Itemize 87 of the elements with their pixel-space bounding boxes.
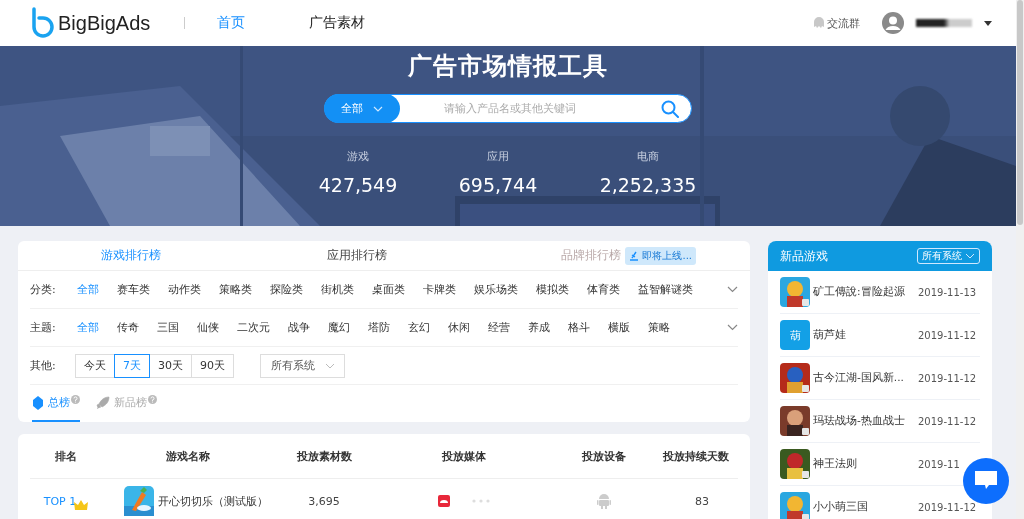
rank-label: TOP 1 (43, 494, 77, 508)
column-header: 投放设备 (581, 448, 627, 464)
release-date: 2019-11-12 (918, 372, 978, 384)
release-date: 2019-11-12 (918, 329, 978, 341)
column-header: 排名 (54, 448, 78, 464)
ranking-tab[interactable]: 应用排行榜 (327, 247, 387, 264)
game-name[interactable]: 玛珐战场-热血战士 (813, 414, 915, 428)
stat-value: 695,744 (458, 174, 538, 196)
filter-option[interactable]: 格斗 (567, 320, 591, 335)
table-cell: 3,695 (308, 494, 340, 508)
filter-label: 主题: (30, 320, 57, 335)
logo-icon (30, 7, 56, 39)
expand-icon[interactable] (727, 324, 738, 331)
game-name[interactable]: 小小萌三国 (813, 500, 915, 514)
expand-icon[interactable] (727, 286, 738, 293)
ghost-icon (813, 16, 825, 30)
table-cell: 83 (695, 494, 709, 508)
release-date: 2019-11-13 (918, 286, 978, 298)
chevron-down-icon (324, 362, 335, 369)
filter-option[interactable]: 体育类 (586, 282, 621, 297)
column-header: 投放媒体 (441, 448, 487, 464)
filter-option[interactable]: 二次元 (236, 320, 271, 335)
search-icon[interactable] (661, 99, 679, 118)
help-icon[interactable] (148, 395, 157, 404)
filter-option[interactable]: 玄幻 (407, 320, 431, 335)
game-name[interactable]: 开心切切乐（测试版） (158, 493, 268, 509)
filter-option[interactable]: 卡牌类 (422, 282, 457, 297)
gem-icon (32, 395, 44, 410)
stat-value: 2,252,335 (599, 174, 697, 196)
filter-option[interactable]: 桌面类 (371, 282, 406, 297)
period-button[interactable]: 90天 (191, 353, 234, 378)
filter-option[interactable]: 养成 (527, 320, 551, 335)
nav-link[interactable]: 广告素材 (309, 14, 366, 32)
page-title: 广告市场情报工具 (408, 51, 608, 82)
group-chat-link[interactable]: 交流群 (813, 15, 860, 31)
caret-icon[interactable] (984, 20, 992, 26)
filter-option[interactable]: 探险类 (269, 282, 304, 297)
period-button[interactable]: 今天 (75, 353, 115, 378)
filter-option[interactable]: 赛车类 (116, 282, 151, 297)
release-date: 2019-11-12 (918, 415, 978, 427)
stat-label: 游戏 (347, 149, 369, 164)
app-icon: 葫 (780, 320, 810, 350)
chevron-down-icon (373, 105, 383, 112)
crown-icon (74, 499, 88, 512)
media-icon (438, 495, 450, 507)
filter-option[interactable]: 仙侠 (196, 320, 220, 335)
android-icon (597, 493, 611, 509)
game-name[interactable]: 葫芦娃 (813, 328, 915, 342)
chevron-down-icon (965, 253, 975, 259)
stat-label: 电商 (637, 149, 659, 164)
avatar-icon[interactable] (882, 12, 904, 34)
release-date: 2019-11-12 (918, 501, 978, 513)
game-name[interactable]: 古今江湖-国风新... (813, 371, 915, 385)
filter-option[interactable]: 魔幻 (327, 320, 351, 335)
chat-button[interactable] (963, 458, 1009, 504)
game-name[interactable]: 矿工傳說:冒险起源 (813, 285, 915, 299)
brand-name: BigBigAds (58, 11, 151, 35)
column-header: 投放素材数 (295, 448, 353, 464)
filter-option[interactable]: 三国 (156, 320, 180, 335)
redacted-username (916, 19, 972, 27)
filter-option[interactable]: 传奇 (116, 320, 140, 335)
help-icon[interactable] (71, 395, 80, 404)
filter-label: 分类: (30, 282, 57, 297)
filter-option[interactable]: 战争 (287, 320, 311, 335)
period-button[interactable]: 30天 (149, 353, 192, 378)
filter-option[interactable]: 动作类 (167, 282, 202, 297)
filter-option[interactable]: 策略 (647, 320, 671, 335)
filter-option[interactable]: 街机类 (320, 282, 355, 297)
filter-option[interactable]: 塔防 (367, 320, 391, 335)
filter-option[interactable]: 横版 (607, 320, 631, 335)
filter-option[interactable]: 模拟类 (535, 282, 570, 297)
filter-option[interactable]: 经营 (487, 320, 511, 335)
system-dropdown[interactable]: 所有系统 (260, 353, 345, 378)
panel-title: 新品游戏 (780, 247, 828, 265)
filter-option[interactable]: 休闲 (447, 320, 471, 335)
stat-label: 应用 (487, 149, 509, 164)
filter-option[interactable]: 娱乐场类 (473, 282, 519, 297)
column-header: 游戏名称 (165, 448, 211, 464)
column-header: 投放持续天数 (662, 448, 730, 464)
coming-soon-badge: 即将上线... (625, 246, 696, 265)
stat-value: 427,549 (318, 174, 398, 196)
filter-option[interactable]: 益智解谜类 (637, 282, 694, 297)
message-icon (975, 471, 997, 491)
filter-label: 其他: (30, 358, 57, 373)
filter-option[interactable]: 策略类 (218, 282, 253, 297)
game-name[interactable]: 神王法则 (813, 457, 915, 471)
release-date: 2019-11 (918, 458, 961, 470)
